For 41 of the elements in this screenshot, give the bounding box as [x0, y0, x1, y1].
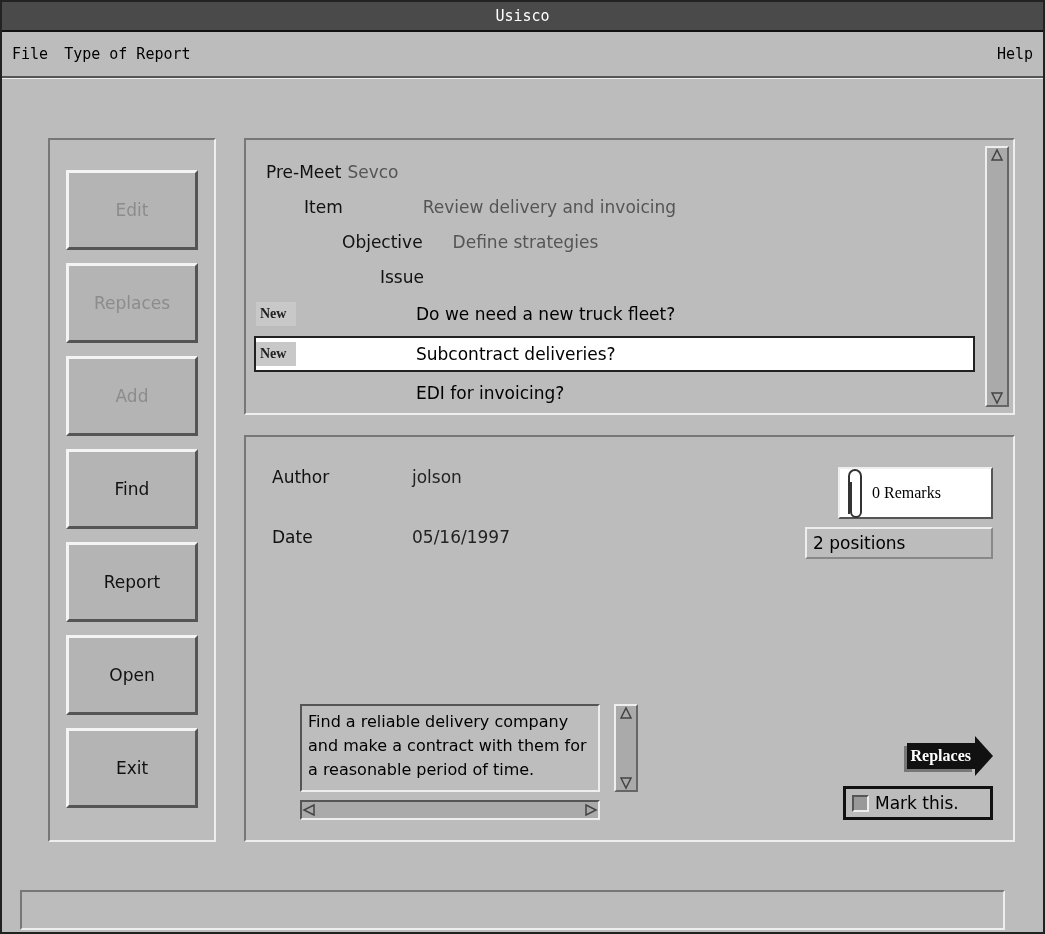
arrow-left-icon[interactable]	[302, 803, 316, 817]
menu-item[interactable]: File	[12, 45, 49, 63]
mark-checkbox[interactable]: Mark this.	[843, 786, 993, 820]
issue-text: Do we need a new truck fleet?	[416, 304, 676, 325]
description-text[interactable]: Find a reliable delivery company and make a contract with them for a reasonable period of time.	[300, 704, 600, 792]
side-button[interactable]: Find	[66, 449, 198, 529]
arrow-down-icon[interactable]	[990, 391, 1004, 405]
remarks-button[interactable]: 0 Remarks	[838, 467, 993, 519]
arrow-down-icon[interactable]	[619, 776, 633, 790]
tree-label[interactable]: Pre-Meet	[266, 161, 342, 182]
arrow-up-icon[interactable]	[990, 148, 1004, 162]
positions-count: 2 positions	[805, 527, 993, 559]
field-value: jolson	[412, 467, 463, 487]
vertical-scrollbar[interactable]	[614, 704, 638, 792]
vertical-scrollbar[interactable]	[985, 146, 1009, 407]
issue-row[interactable]: EDI for invoicing?	[254, 375, 975, 411]
issue-row[interactable]: New Do we need a new truck fleet?	[254, 296, 975, 333]
side-button[interactable]: Exit	[66, 728, 198, 808]
tree-label[interactable]: Objective	[342, 231, 423, 252]
tree-value: Define strategies	[452, 231, 599, 252]
tree-label[interactable]: Item	[304, 196, 343, 217]
side-button[interactable]: Open	[66, 635, 198, 715]
issue-text: Subcontract deliveries?	[416, 343, 616, 364]
field-label: Date	[272, 527, 314, 547]
field-label: Author	[272, 467, 331, 487]
issue-text: EDI for invoicing?	[416, 383, 565, 404]
arrow-head-icon	[975, 736, 993, 776]
window-title: Usisco	[2, 2, 1043, 32]
new-badge: New	[256, 341, 297, 366]
tree-value: Sevco	[347, 161, 399, 182]
menu-item[interactable]: Help	[996, 45, 1033, 63]
tree-value: Review delivery and invoicing	[422, 196, 677, 217]
arrow-up-icon[interactable]	[619, 706, 633, 720]
tree-label[interactable]: Issue	[380, 267, 424, 288]
arrow-right-icon[interactable]	[584, 803, 598, 817]
new-badge: New	[256, 302, 297, 327]
horizontal-scrollbar[interactable]	[300, 800, 600, 820]
field-value: 05/16/1997	[412, 527, 510, 547]
menu-item[interactable]: Type of Report	[64, 45, 191, 63]
issue-row[interactable]: New Subcontract deliveries?	[254, 336, 975, 372]
side-button[interactable]: Report	[66, 542, 198, 622]
